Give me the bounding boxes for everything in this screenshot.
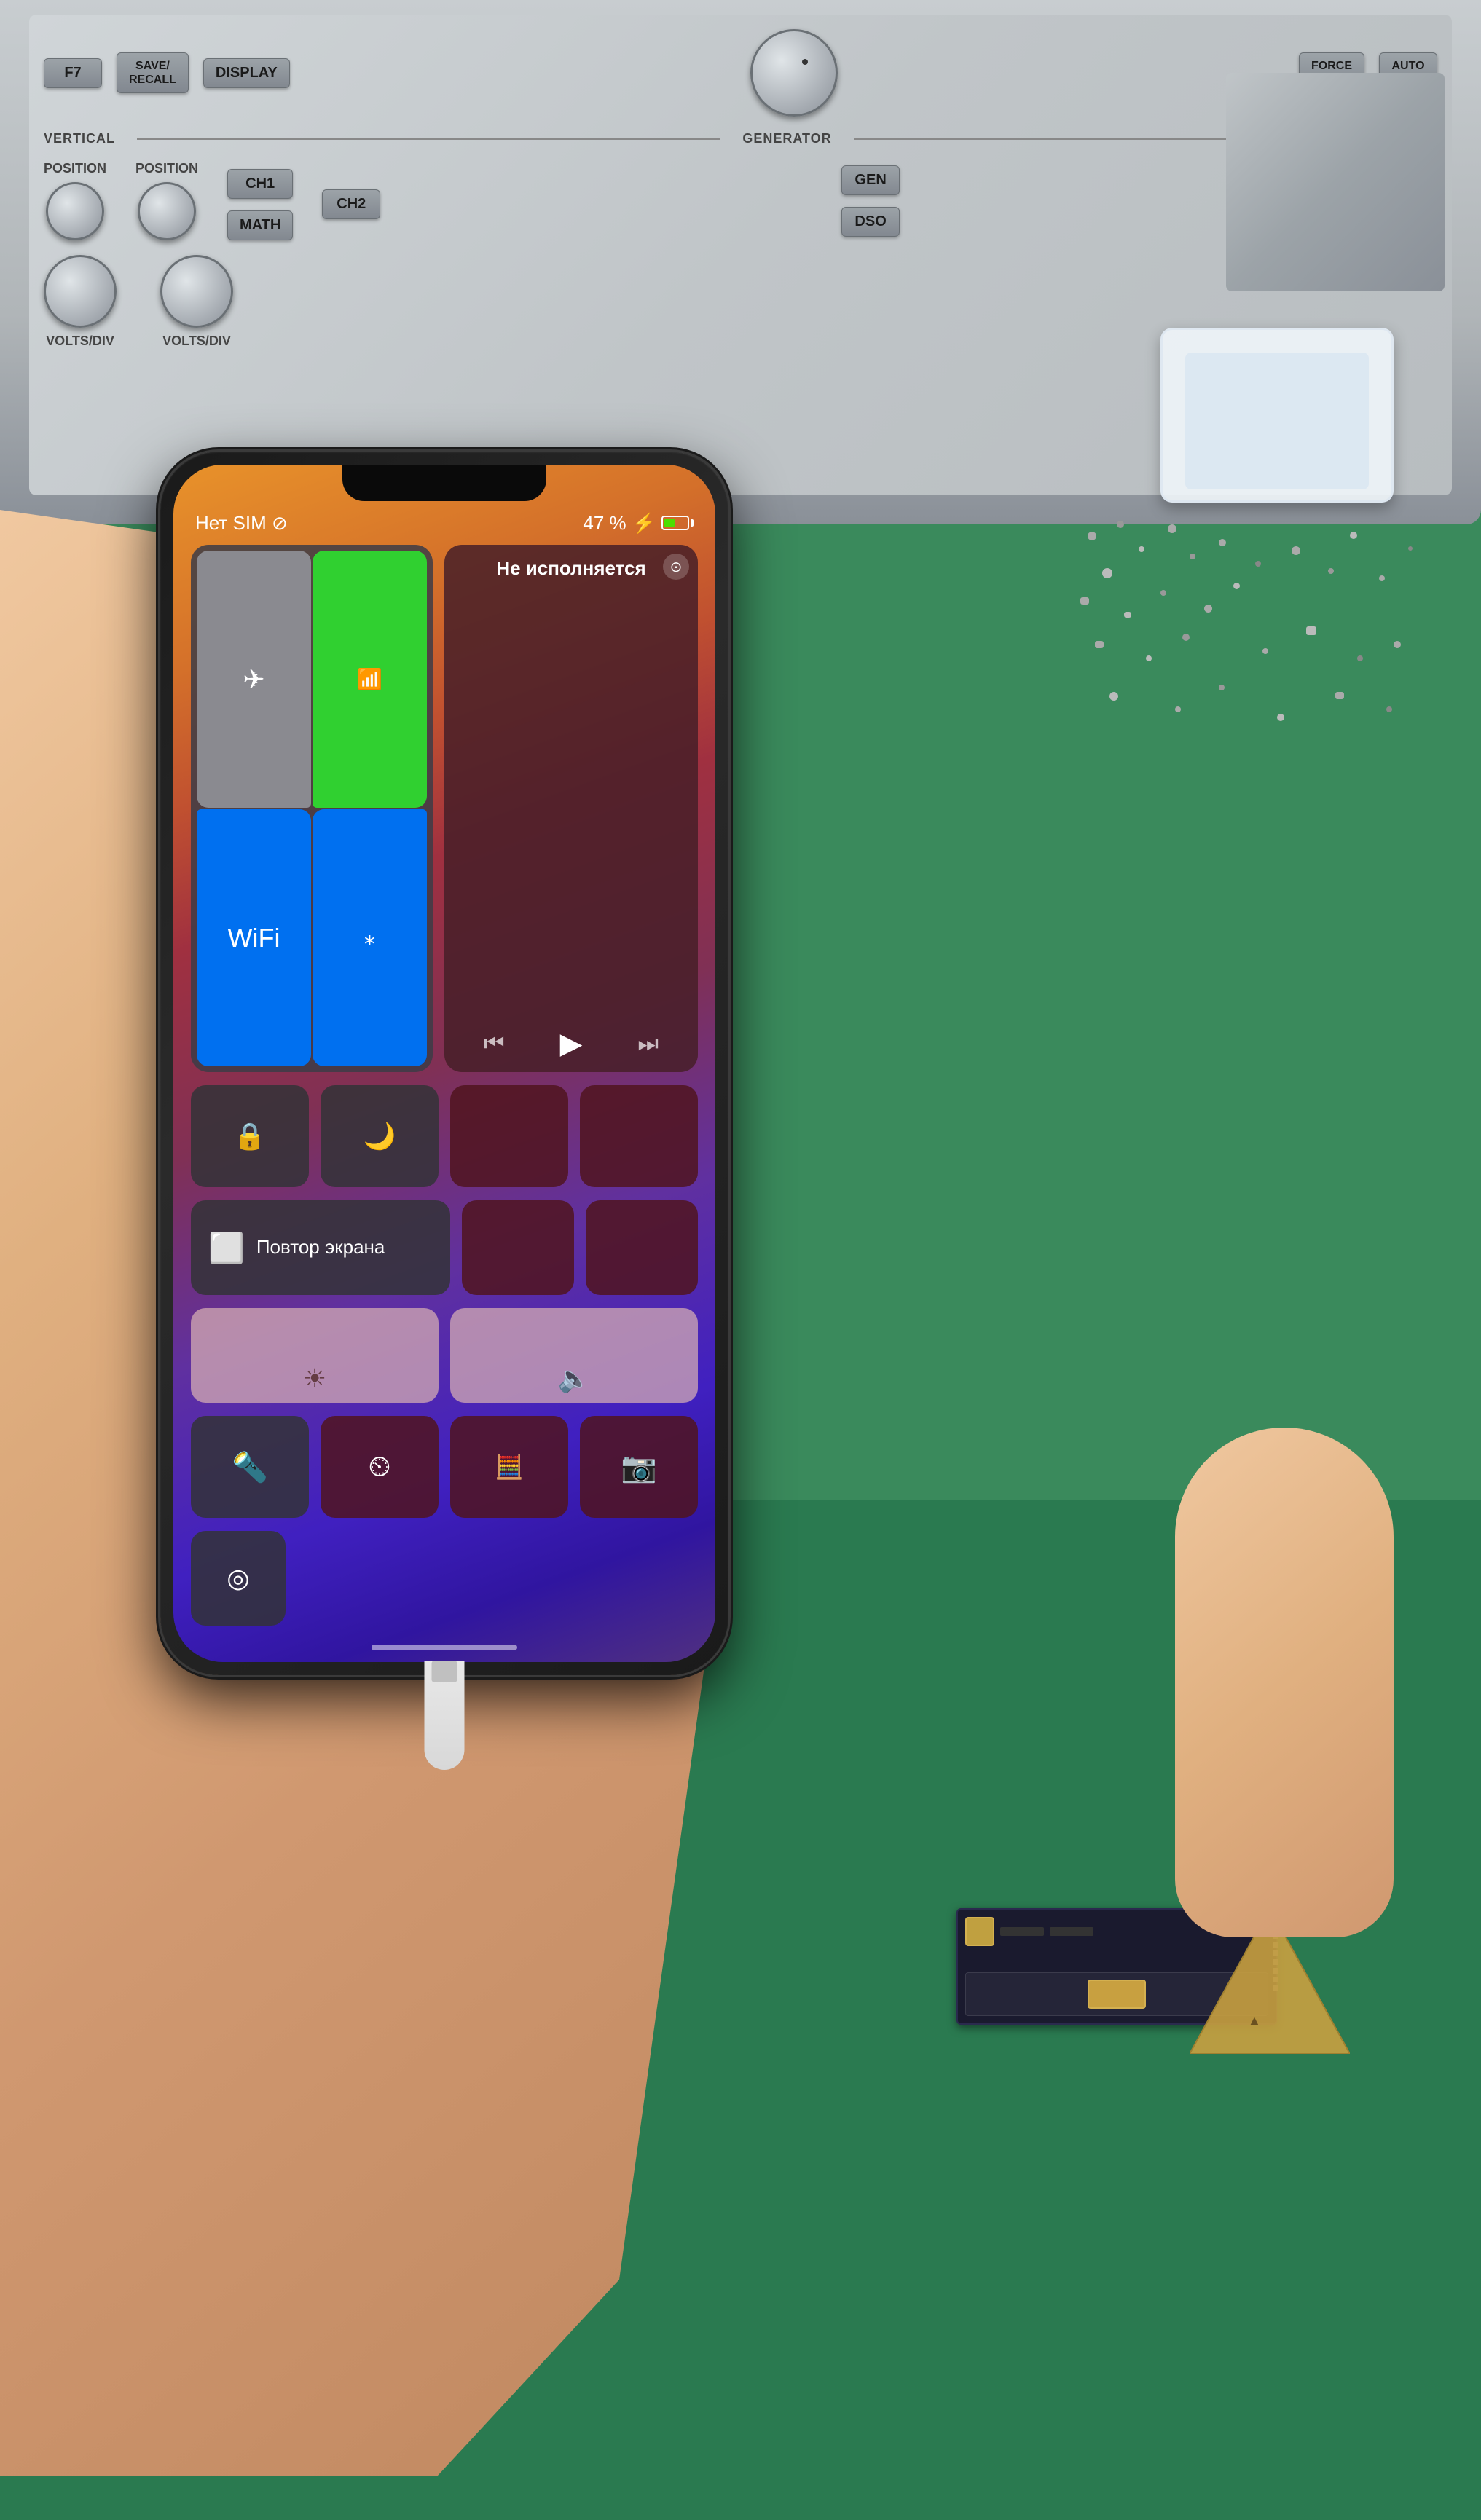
connectivity-block: ✈ 📶 WiFi ⁎ — [191, 545, 433, 1072]
position-label-2: POSITION — [135, 161, 198, 176]
lightning-connector — [432, 1661, 457, 1682]
camera-icon: 📷 — [621, 1450, 657, 1484]
iphone-screen[interactable]: Нет SIM ⊘ 47 % ⚡ — [173, 465, 715, 1662]
airplane-icon: ✈ — [243, 664, 264, 695]
cc-dark-tile-1[interactable] — [450, 1085, 568, 1187]
lightning-cable — [425, 1661, 465, 1770]
moon-icon: 🌙 — [364, 1121, 396, 1151]
flashlight-icon: 🔦 — [232, 1450, 268, 1484]
iphone-notch — [342, 465, 546, 501]
position-label-1: POSITION — [44, 161, 106, 176]
brightness-icon: ☀ — [303, 1363, 326, 1394]
cellular-icon: 📶 — [357, 667, 382, 691]
plastic-container — [1160, 328, 1394, 503]
osc-voltsdiv-knob-2[interactable] — [160, 255, 233, 328]
airplay-button[interactable]: ⊙ — [663, 554, 689, 580]
wallet-button[interactable]: ◎ — [191, 1531, 286, 1626]
volume-icon: 🔈 — [558, 1363, 591, 1394]
battery-percent-text: 47 % — [583, 512, 626, 535]
mirror-dark-tile-1[interactable] — [462, 1200, 574, 1295]
do-not-disturb-button[interactable]: 🌙 — [321, 1085, 439, 1187]
mirror-row: ⬜ Повтор экрана — [191, 1200, 698, 1295]
calculator-button[interactable]: 🧮 — [450, 1416, 568, 1518]
volume-slider[interactable]: 🔈 — [450, 1308, 698, 1403]
osc-gen-button[interactable]: GEN — [841, 165, 900, 195]
status-battery: 47 % ⚡ — [583, 512, 694, 535]
calculator-icon: 🧮 — [495, 1453, 524, 1481]
voltsdiv-label-1: VOLTS/DIV — [46, 334, 114, 349]
osc-voltsdiv-knob-1[interactable] — [44, 255, 117, 328]
screen-mirror-icon: ⬜ — [208, 1231, 245, 1265]
screen-rotation-button[interactable]: 🔒 — [191, 1085, 309, 1187]
screen-mirror-button[interactable]: ⬜ Повтор экрана — [191, 1200, 450, 1295]
cc-row-2: 🔒 🌙 — [191, 1085, 698, 1187]
cc-dark-tile-2[interactable] — [580, 1085, 698, 1187]
osc-position-knob-1[interactable] — [46, 182, 104, 240]
timer-icon: ⏲ — [368, 1451, 390, 1484]
play-button[interactable]: ▶ — [560, 1027, 583, 1060]
screen-mirror-label: Повтор экрана — [256, 1235, 385, 1260]
metal-tin — [1226, 73, 1445, 291]
screws-scatter-area — [1073, 510, 1437, 947]
iphone-body: Нет SIM ⊘ 47 % ⚡ — [160, 452, 728, 1675]
bottom-row: 🔦 ⏲ 🧮 📷 — [191, 1416, 698, 1518]
slider-row: ☀ 🔈 — [191, 1308, 698, 1403]
status-bar: Нет SIM ⊘ 47 % ⚡ — [195, 505, 694, 541]
osc-position-knob-2[interactable] — [138, 182, 196, 240]
osc-math-button[interactable]: MATH — [227, 210, 293, 240]
voltsdiv-label-2: VOLTS/DIV — [162, 334, 231, 349]
thumb-right — [1175, 1428, 1394, 1937]
osc-ch1-button[interactable]: CH1 — [227, 169, 293, 199]
music-player-block: ⊙ Не исполняется ⏮ ▶ ⏭ — [444, 545, 698, 1072]
bluetooth-icon: ⁎ — [364, 925, 375, 950]
music-controls: ⏮ ▶ ⏭ — [456, 1027, 686, 1060]
brightness-slider[interactable]: ☀ — [191, 1308, 439, 1403]
last-row: ◎ — [191, 1531, 698, 1626]
battery-icon — [661, 516, 694, 530]
osc-display-button[interactable]: DISPLAY — [203, 58, 290, 88]
carrier-text: Нет SIM ⊘ — [195, 512, 288, 535]
generator-label: GENERATOR — [742, 131, 831, 146]
mirror-dark-tile-2[interactable] — [586, 1200, 698, 1295]
timer-button[interactable]: ⏲ — [321, 1416, 439, 1518]
control-center: ✈ 📶 WiFi ⁎ — [191, 545, 698, 1626]
next-track-button[interactable]: ⏭ — [637, 1030, 659, 1058]
wallet-nfc-icon: ◎ — [227, 1563, 249, 1594]
svg-text:▲: ▲ — [1248, 2013, 1261, 2028]
osc-f7-button[interactable]: F7 — [44, 58, 102, 88]
osc-ch2-button[interactable]: CH2 — [322, 189, 380, 219]
cellular-button[interactable]: 📶 — [313, 551, 427, 808]
iphone-device: Нет SIM ⊘ 47 % ⚡ — [160, 452, 728, 1675]
wifi-button[interactable]: WiFi — [197, 809, 311, 1066]
cc-row-1: ✈ 📶 WiFi ⁎ — [191, 545, 698, 1072]
rotation-lock-icon: 🔒 — [234, 1121, 267, 1151]
music-title: Не исполняется — [456, 556, 686, 581]
battery-charging-icon: ⚡ — [632, 512, 656, 535]
status-carrier: Нет SIM ⊘ — [195, 512, 288, 535]
osc-main-knob[interactable] — [750, 29, 838, 117]
flashlight-button[interactable]: 🔦 — [191, 1416, 309, 1518]
airplane-mode-button[interactable]: ✈ — [197, 551, 311, 808]
prev-track-button[interactable]: ⏮ — [484, 1030, 505, 1058]
vertical-label: VERTICAL — [44, 131, 115, 146]
osc-save-button[interactable]: SAVE/RECALL — [117, 52, 189, 93]
wifi-icon: WiFi — [228, 923, 280, 953]
airplay-icon: ⊙ — [670, 558, 683, 576]
camera-button[interactable]: 📷 — [580, 1416, 698, 1518]
osc-dso-button[interactable]: DSO — [841, 207, 900, 237]
bluetooth-button[interactable]: ⁎ — [313, 809, 427, 1066]
home-indicator — [372, 1645, 517, 1650]
